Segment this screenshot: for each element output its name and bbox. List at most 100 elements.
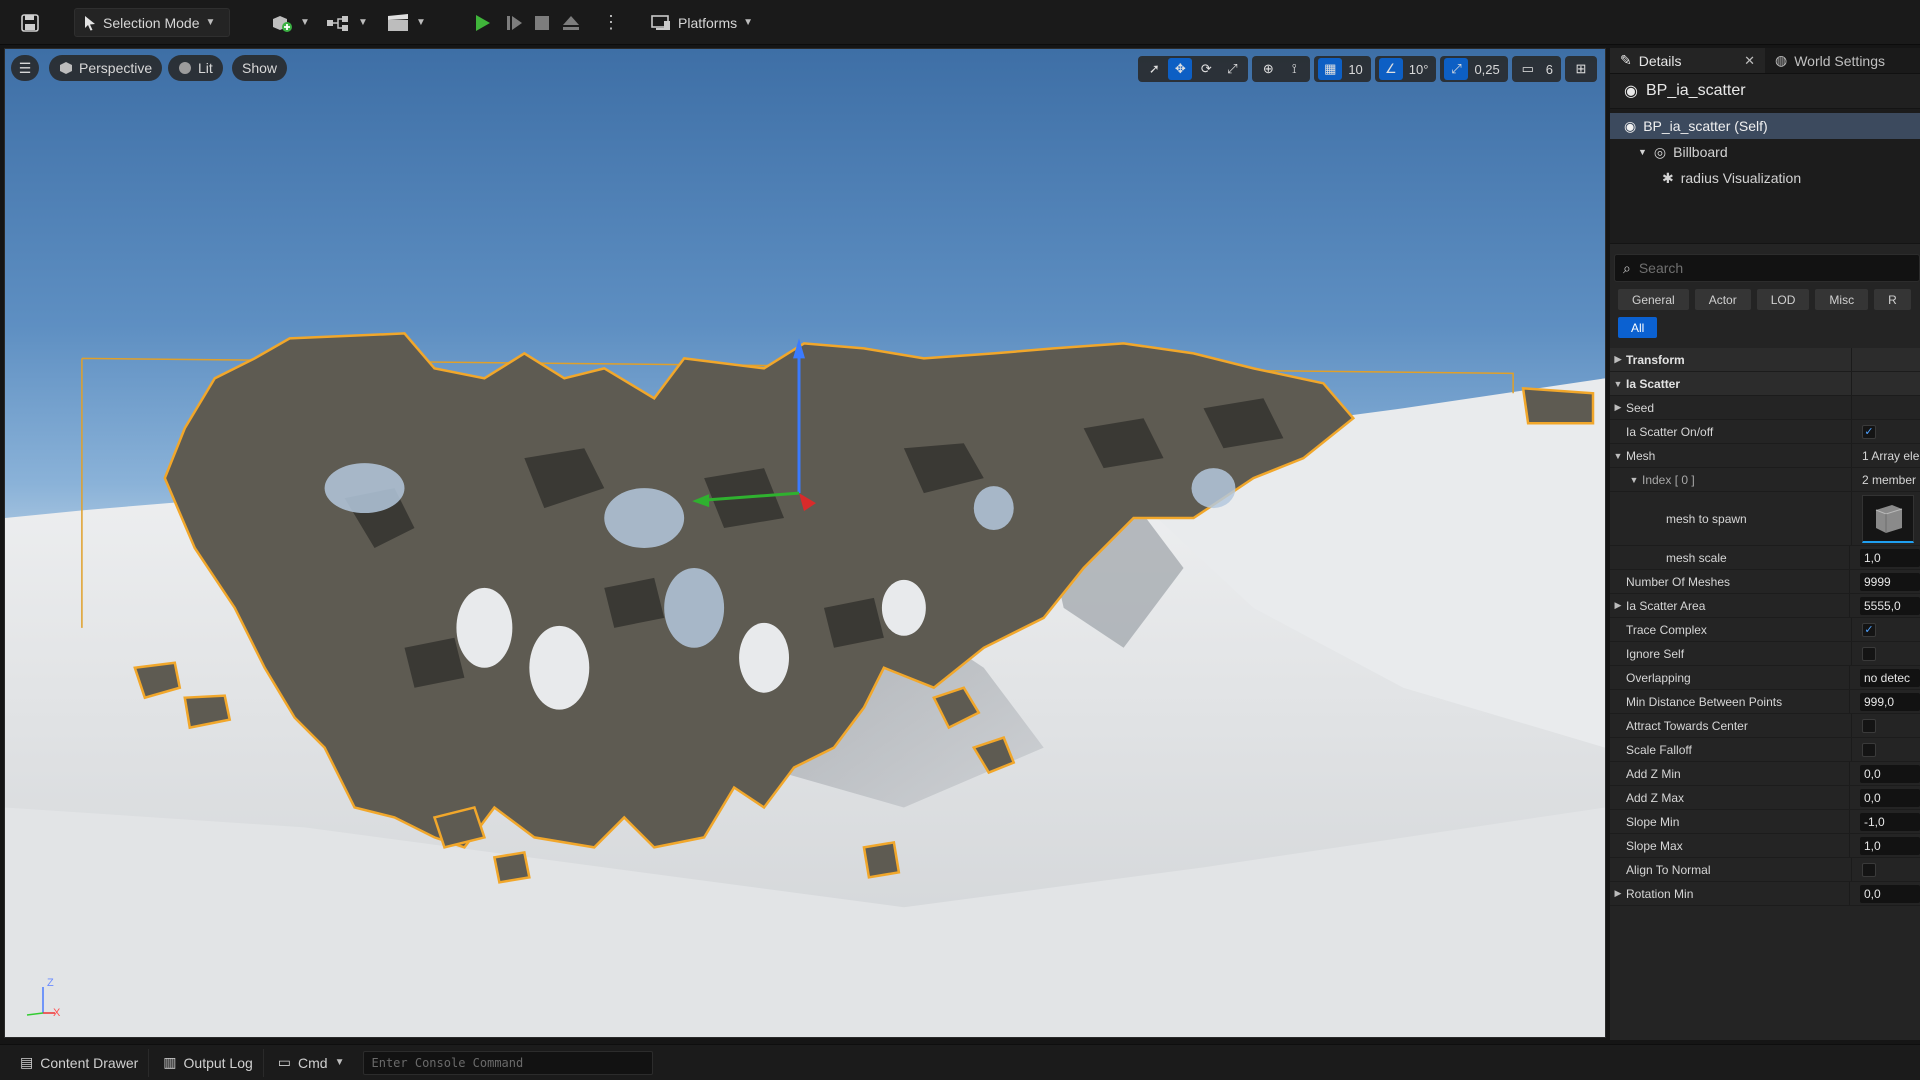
cursor-icon bbox=[83, 15, 97, 31]
mesh-scale-input[interactable]: 1,0 bbox=[1860, 548, 1920, 567]
property-label: Scale Falloff bbox=[1626, 742, 1692, 757]
viewport-layout-button[interactable]: ⊞ bbox=[1569, 58, 1593, 80]
stop-icon bbox=[532, 13, 552, 33]
details-search[interactable]: ⌕ Search bbox=[1614, 254, 1920, 282]
filter-all[interactable]: All bbox=[1618, 317, 1658, 338]
play-options-button[interactable]: ⋮ bbox=[594, 8, 628, 37]
cmd-dropdown[interactable]: ▭ Cmd ▼ bbox=[268, 1049, 355, 1077]
more-vertical-icon: ⋮ bbox=[602, 12, 620, 32]
search-icon: ⌕ bbox=[1623, 259, 1631, 276]
scale-falloff-checkbox[interactable] bbox=[1862, 742, 1876, 757]
filter-actor[interactable]: Actor bbox=[1694, 289, 1751, 310]
level-viewport[interactable]: ☰ Perspective Lit Show ➚ ✥ ⟳ ⤢ ⊕ ⟟ ▦ 10 bbox=[4, 48, 1606, 1038]
show-button[interactable]: Show bbox=[232, 55, 288, 81]
property-index0[interactable]: ▼ Index [ 0 ] 2 member bbox=[1610, 468, 1920, 492]
overlapping-dropdown[interactable]: no detec bbox=[1860, 668, 1920, 687]
scatter-area-input[interactable]: 5555,0 bbox=[1860, 596, 1920, 615]
ignore-self-checkbox[interactable] bbox=[1862, 646, 1876, 661]
output-log-button[interactable]: ▥ Output Log bbox=[153, 1048, 264, 1077]
surface-snap-toggle[interactable]: ⟟ bbox=[1282, 58, 1306, 80]
category-transform[interactable]: ▶ Transform bbox=[1610, 348, 1920, 372]
add-z-min-input[interactable]: 0,0 bbox=[1860, 764, 1920, 783]
property-scatter-area[interactable]: ▶ Ia Scatter Area 5555,0 bbox=[1610, 594, 1920, 618]
add-cube-icon bbox=[270, 13, 294, 33]
main-toolbar: Selection Mode ▼ ▼ ▼ ▼ ⋮ Platforms ▼ bbox=[0, 0, 1920, 45]
blueprints-button[interactable]: ▼ bbox=[318, 8, 376, 37]
viewport-options-button[interactable]: ☰ bbox=[11, 55, 39, 81]
rotate-tool-button[interactable]: ⟳ bbox=[1194, 58, 1218, 80]
property-scatter-onoff: Ia Scatter On/off ✓ bbox=[1610, 420, 1920, 444]
grid-snap-toggle[interactable]: ▦ bbox=[1318, 58, 1343, 80]
chevron-down-icon: ▼ bbox=[416, 17, 426, 28]
category-ia-scatter[interactable]: ▼ Ia Scatter bbox=[1610, 372, 1920, 396]
filter-general[interactable]: General bbox=[1618, 289, 1689, 310]
rotate-snap-value[interactable]: 10° bbox=[1405, 62, 1433, 77]
mesh-thumbnail[interactable] bbox=[1862, 494, 1914, 543]
property-label: Transform bbox=[1626, 352, 1685, 367]
slope-max-input[interactable]: 1,0 bbox=[1860, 836, 1920, 855]
filter-lod[interactable]: LOD bbox=[1756, 289, 1810, 310]
property-label: Slope Min bbox=[1626, 814, 1680, 829]
component-radius-visualization[interactable]: ✱ radius Visualization bbox=[1610, 165, 1920, 191]
layout-grid-icon: ⊞ bbox=[1575, 61, 1587, 76]
filter-r[interactable]: R bbox=[1874, 289, 1911, 310]
rotate-snap-toggle[interactable]: ∠ bbox=[1378, 58, 1403, 80]
property-overlapping: Overlapping no detec bbox=[1610, 666, 1920, 690]
add-z-max-input[interactable]: 0,0 bbox=[1860, 788, 1920, 807]
eject-button[interactable] bbox=[552, 8, 590, 37]
property-rotation-min[interactable]: ▶ Rotation Min 0,0 bbox=[1610, 882, 1920, 906]
trace-complex-checkbox[interactable]: ✓ bbox=[1862, 622, 1876, 637]
output-log-label: Output Log bbox=[183, 1054, 253, 1071]
min-distance-input[interactable]: 999,0 bbox=[1860, 692, 1920, 711]
property-label: Ia Scatter On/off bbox=[1626, 424, 1714, 439]
property-attract-center: Attract Towards Center bbox=[1610, 714, 1920, 738]
component-self[interactable]: ◉ BP_ia_scatter (Self) bbox=[1610, 113, 1920, 139]
select-tool-button[interactable]: ➚ bbox=[1142, 58, 1166, 80]
component-billboard[interactable]: ▼ ◎ Billboard bbox=[1610, 139, 1920, 165]
console-input[interactable]: Enter Console Command bbox=[362, 1050, 653, 1075]
perspective-cube-icon bbox=[59, 61, 73, 75]
camera-speed-button[interactable]: ▭ bbox=[1516, 58, 1540, 80]
scale-snap-toggle[interactable]: ⤢ bbox=[1444, 58, 1469, 80]
grid-snap-value[interactable]: 10 bbox=[1344, 62, 1366, 77]
tab-details[interactable]: ✎ Details ✕ bbox=[1610, 48, 1765, 73]
rotation-min-input[interactable]: 0,0 bbox=[1860, 884, 1920, 903]
number-of-meshes-input[interactable]: 9999 bbox=[1860, 572, 1920, 591]
close-icon[interactable]: ✕ bbox=[1744, 53, 1755, 69]
platforms-dropdown[interactable]: Platforms ▼ bbox=[642, 8, 761, 37]
scale-tool-button[interactable]: ⤢ bbox=[1220, 58, 1244, 80]
content-drawer-button[interactable]: ▤ Content Drawer bbox=[10, 1048, 150, 1077]
property-add-z-max: Add Z Max 0,0 bbox=[1610, 786, 1920, 810]
component-label: radius Visualization bbox=[1680, 170, 1802, 186]
details-panel: ✎ Details ✕ ◍ World Settings ◉ BP_ia_sca… bbox=[1610, 48, 1920, 1040]
add-actor-button[interactable]: ▼ bbox=[262, 8, 318, 37]
scale-snap-value[interactable]: 0,25 bbox=[1470, 62, 1503, 77]
surface-snap-icon: ⟟ bbox=[1291, 61, 1297, 76]
translate-tool-button[interactable]: ✥ bbox=[1168, 58, 1193, 80]
property-mesh[interactable]: ▼ Mesh 1 Array ele bbox=[1610, 444, 1920, 468]
property-label: Align To Normal bbox=[1626, 862, 1711, 877]
tab-world-settings-label: World Settings bbox=[1794, 52, 1885, 69]
selection-mode-dropdown[interactable]: Selection Mode ▼ bbox=[74, 8, 230, 37]
filter-misc[interactable]: Misc bbox=[1815, 289, 1869, 310]
index0-members: 2 member bbox=[1862, 472, 1917, 487]
tab-world-settings[interactable]: ◍ World Settings bbox=[1765, 48, 1895, 73]
property-list: ▶ Transform ▼ Ia Scatter ▶ Seed Ia Scatter … bbox=[1610, 348, 1920, 906]
save-icon bbox=[20, 13, 40, 32]
cinematics-button[interactable]: ▼ bbox=[378, 8, 434, 37]
axis-x-label: X bbox=[53, 1007, 61, 1019]
world-local-toggle[interactable]: ⊕ bbox=[1256, 58, 1280, 80]
property-seed[interactable]: ▶ Seed bbox=[1610, 396, 1920, 420]
attract-center-checkbox[interactable] bbox=[1862, 718, 1876, 733]
perspective-button[interactable]: Perspective bbox=[49, 55, 163, 81]
scatter-onoff-checkbox[interactable]: ✓ bbox=[1862, 424, 1876, 439]
lit-sphere-icon bbox=[178, 61, 192, 75]
align-normal-checkbox[interactable] bbox=[1862, 862, 1876, 877]
viewport-transform-toolbar: ➚ ✥ ⟳ ⤢ ⊕ ⟟ ▦ 10 ∠ 10° ⤢ 0,25 ▭ 6 ⊞ bbox=[1138, 55, 1597, 83]
save-button[interactable] bbox=[12, 8, 48, 37]
status-bar: ▤ Content Drawer ▥ Output Log ▭ Cmd ▼ En… bbox=[0, 1044, 1920, 1080]
slope-min-input[interactable]: -1,0 bbox=[1860, 812, 1920, 831]
view-mode-button[interactable]: Lit bbox=[168, 55, 223, 81]
mesh-array-count: 1 Array ele bbox=[1862, 448, 1920, 463]
camera-speed-value[interactable]: 6 bbox=[1542, 62, 1557, 77]
